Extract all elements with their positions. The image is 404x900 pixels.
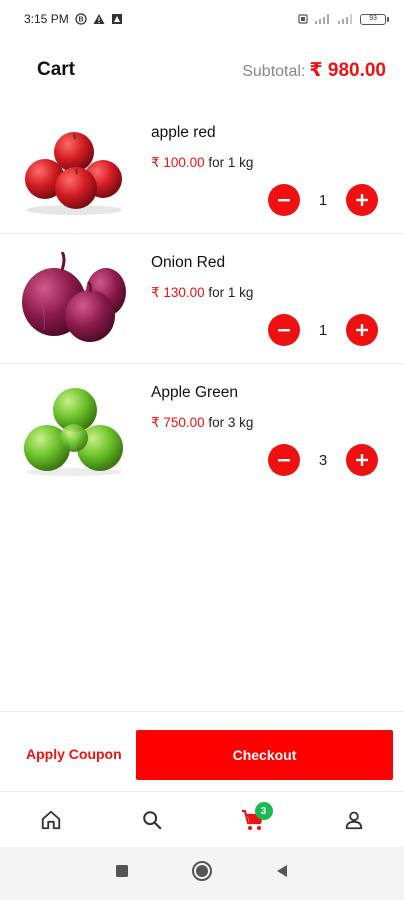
item-price-line: ₹ 100.00 for 1 kg xyxy=(151,155,253,171)
vibrate-icon xyxy=(297,13,309,25)
item-name: apple red xyxy=(151,124,216,141)
back-button[interactable] xyxy=(275,864,289,883)
item-unit: for 3 kg xyxy=(208,415,254,430)
cart-item: Apple Green ₹ 750.00 for 3 kg 3 xyxy=(0,364,404,494)
bottom-nav: 3 xyxy=(0,791,404,847)
item-price: ₹ 750.00 xyxy=(151,415,205,430)
product-image-red-onions xyxy=(18,251,130,350)
signal-icon xyxy=(337,13,355,25)
nav-cart[interactable]: 3 xyxy=(202,792,303,847)
item-price-line: ₹ 130.00 for 1 kg xyxy=(151,285,253,301)
cart-action-bar: Apply Coupon Checkout xyxy=(0,711,404,791)
minus-icon xyxy=(278,459,290,462)
quantity-stepper: 1 xyxy=(268,184,378,216)
shield-icon xyxy=(111,13,123,25)
battery-icon: 93 xyxy=(360,13,389,25)
cart-item: Onion Red ₹ 130.00 for 1 kg 1 xyxy=(0,234,404,364)
increase-quantity-button[interactable] xyxy=(346,314,378,346)
quantity-value: 1 xyxy=(318,191,328,209)
increase-quantity-button[interactable] xyxy=(346,444,378,476)
increase-quantity-button[interactable] xyxy=(346,184,378,216)
apply-coupon-button[interactable]: Apply Coupon xyxy=(26,746,122,762)
minus-icon xyxy=(278,199,290,202)
square-icon xyxy=(116,865,128,877)
signal-icon xyxy=(314,13,332,25)
home-icon xyxy=(41,810,60,829)
recents-button[interactable] xyxy=(115,864,129,883)
cart-item: apple red ₹ 100.00 for 1 kg 1 xyxy=(0,104,404,234)
nav-profile[interactable] xyxy=(303,792,404,847)
item-unit: for 1 kg xyxy=(208,285,254,300)
svg-text:B: B xyxy=(78,17,83,24)
item-price-line: ₹ 750.00 for 3 kg xyxy=(151,415,253,431)
decrease-quantity-button[interactable] xyxy=(268,184,300,216)
quantity-value: 1 xyxy=(318,321,328,339)
checkout-button[interactable]: Checkout xyxy=(136,730,393,780)
system-nav-bar xyxy=(0,847,404,900)
back-triangle-icon xyxy=(277,865,287,877)
subtotal-value: ₹ 980.00 xyxy=(309,59,386,81)
decrease-quantity-button[interactable] xyxy=(268,444,300,476)
minus-icon xyxy=(278,329,290,332)
circle-icon xyxy=(192,861,212,881)
warning-icon xyxy=(93,13,105,25)
quantity-value: 3 xyxy=(318,451,328,469)
quantity-stepper: 3 xyxy=(268,444,378,476)
plus-icon xyxy=(356,194,368,206)
circle-b-icon: B xyxy=(75,13,87,25)
subtotal: Subtotal: ₹ 980.00 xyxy=(242,59,386,82)
subtotal-label: Subtotal: xyxy=(242,62,306,80)
decrease-quantity-button[interactable] xyxy=(268,314,300,346)
status-time: 3:15 PM xyxy=(24,12,69,26)
cart-header: Cart Subtotal: ₹ 980.00 xyxy=(0,50,404,90)
product-image-red-apples xyxy=(18,122,130,220)
item-price: ₹ 100.00 xyxy=(151,155,205,170)
home-system-button[interactable] xyxy=(191,860,213,887)
cart-count-badge: 3 xyxy=(254,802,273,820)
plus-icon xyxy=(356,454,368,466)
item-name: Onion Red xyxy=(151,254,226,271)
item-price: ₹ 130.00 xyxy=(151,285,205,300)
product-image-green-apples xyxy=(18,382,130,480)
item-unit: for 1 kg xyxy=(208,155,254,170)
page-title: Cart xyxy=(37,59,76,80)
nav-home[interactable] xyxy=(0,792,101,847)
plus-icon xyxy=(356,324,368,336)
status-bar: 3:15 PM B 93 xyxy=(0,0,404,38)
profile-icon xyxy=(345,811,362,829)
quantity-stepper: 1 xyxy=(268,314,378,346)
item-name: Apple Green xyxy=(151,384,239,401)
nav-search[interactable] xyxy=(101,792,202,847)
cart-list: apple red ₹ 100.00 for 1 kg 1 Onion Red … xyxy=(0,104,404,494)
search-icon xyxy=(142,810,161,829)
